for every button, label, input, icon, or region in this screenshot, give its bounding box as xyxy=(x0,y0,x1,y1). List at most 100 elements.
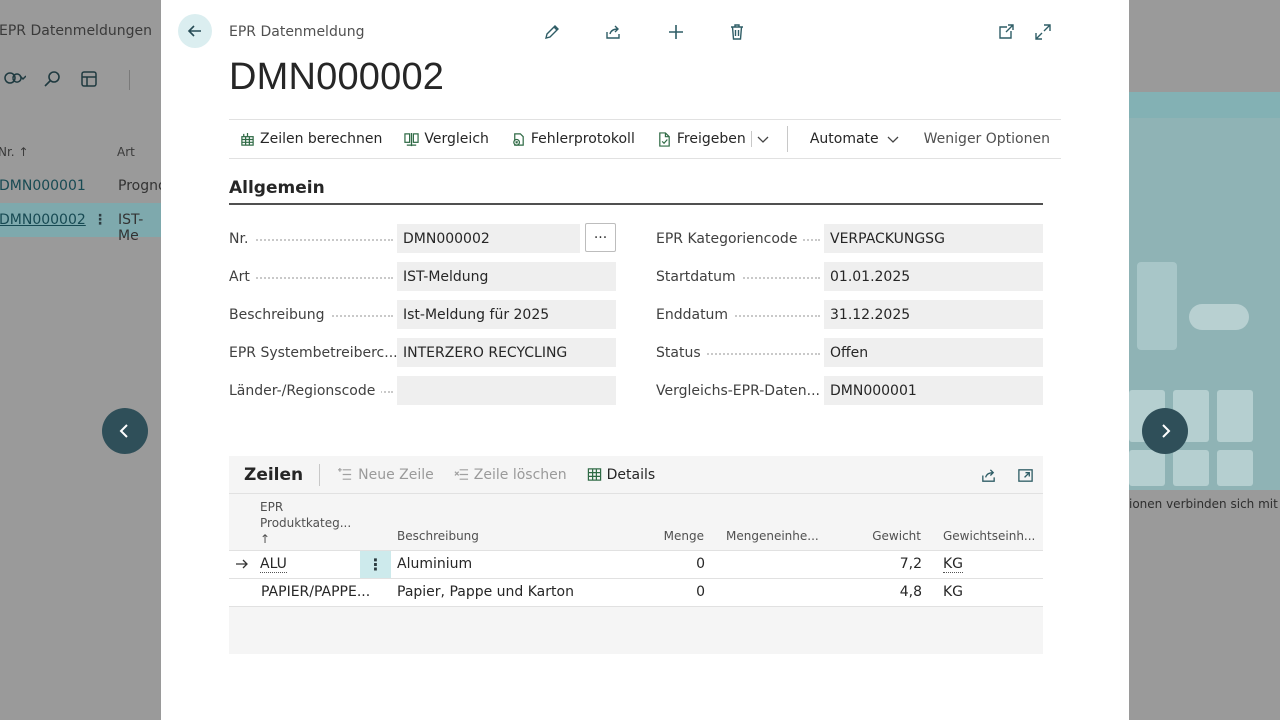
compare-report-input[interactable]: DMN000001 xyxy=(824,376,1043,405)
compare-action[interactable]: Vergleich xyxy=(393,120,499,158)
column-header-weight[interactable]: Gewicht xyxy=(849,529,921,543)
open-in-new-window-button[interactable] xyxy=(994,20,1018,44)
previous-record-button[interactable] xyxy=(102,408,148,454)
field-label: EPR Systembetreiberc... xyxy=(229,344,397,361)
list-row-nr[interactable]: DMN000001 xyxy=(0,178,86,194)
status-value: Offen xyxy=(824,338,1043,367)
country-region-input[interactable] xyxy=(397,376,616,405)
release-icon xyxy=(659,131,670,147)
filter-icon[interactable] xyxy=(4,70,27,92)
error-log-action[interactable]: Fehlerprotokoll xyxy=(500,120,646,158)
back-button[interactable] xyxy=(178,14,212,48)
calculate-lines-icon xyxy=(241,132,254,146)
illustration-tile xyxy=(1173,450,1209,486)
illustration-tile xyxy=(1217,390,1253,442)
field-label: Status xyxy=(656,344,824,361)
lines-expand-button[interactable] xyxy=(1015,465,1035,485)
nr-assist-edit-button[interactable]: ··· xyxy=(585,223,616,252)
cell-weight[interactable]: 7,2 xyxy=(849,556,922,572)
lines-divider xyxy=(319,463,321,486)
chevron-left-icon xyxy=(119,424,128,438)
edit-button[interactable] xyxy=(540,20,564,44)
share-icon xyxy=(606,25,620,39)
search-icon[interactable] xyxy=(44,70,62,92)
new-line-button[interactable]: Neue Zeile xyxy=(328,467,444,483)
field-compare-report: Vergleichs-EPR-Daten... DMN000001 xyxy=(656,376,1043,405)
pencil-icon xyxy=(545,25,559,39)
lines-grid-header: EPR Produktkateg... ↑ Beschreibung Menge… xyxy=(229,494,1043,550)
details-button[interactable]: Details xyxy=(577,467,666,483)
delete-line-icon xyxy=(454,469,468,480)
fewer-options-label: Weniger Optionen xyxy=(923,131,1050,147)
chevron-right-icon xyxy=(1162,424,1171,438)
cell-quantity[interactable]: 0 xyxy=(649,584,705,600)
cell-category[interactable]: ALU xyxy=(260,556,287,573)
automate-menu[interactable]: Automate xyxy=(798,120,910,158)
share-icon xyxy=(981,468,995,482)
illustration-tile xyxy=(1129,450,1165,486)
cell-description[interactable]: Aluminium xyxy=(397,556,472,572)
list-toolbar xyxy=(4,70,98,92)
toolbar-divider xyxy=(129,70,130,90)
error-log-icon xyxy=(513,132,524,146)
expand-icon xyxy=(1035,24,1051,40)
row-menu-button[interactable]: ⋮ xyxy=(360,551,391,578)
plus-icon xyxy=(669,25,683,39)
share-button[interactable] xyxy=(601,20,625,44)
row-menu-icon[interactable]: ⋮ xyxy=(93,212,107,228)
release-action[interactable]: Freigeben xyxy=(646,120,757,158)
list-row[interactable]: DMN000001 Progno xyxy=(0,169,167,203)
field-label: EPR Kategoriencode xyxy=(656,230,824,247)
calculate-lines-action[interactable]: Zeilen berechnen xyxy=(229,120,393,158)
field-label: Vergleichs-EPR-Daten... xyxy=(656,382,824,399)
nr-input[interactable]: DMN000002 xyxy=(397,224,580,253)
cell-weight[interactable]: 4,8 xyxy=(849,584,922,600)
system-operator-input[interactable]: INTERZERO RECYCLING xyxy=(397,338,616,367)
lines-action-bar: Zeilen Neue Zeile Zeile löschen Details xyxy=(229,456,1043,494)
calculate-lines-label: Zeilen berechnen xyxy=(260,131,383,147)
column-header-quantity[interactable]: Menge xyxy=(649,529,704,543)
field-category-code: EPR Kategoriencode VERPACKUNGSG xyxy=(656,224,1043,253)
cell-category[interactable]: PAPIER/PAPPE... xyxy=(261,584,370,600)
release-label: Freigeben xyxy=(676,131,746,147)
cell-weight-uom[interactable]: KG xyxy=(943,556,964,573)
card-page-dialog: EPR Datenmeldung DMN000002 Zeilen berech… xyxy=(161,0,1129,720)
field-description: Beschreibung Ist-Meldung für 2025 xyxy=(229,300,616,329)
column-header-category[interactable]: EPR Produktkateg... ↑ xyxy=(260,499,351,547)
column-header-weight-uom[interactable]: Gewichtseinh... xyxy=(943,529,1035,543)
field-label: Art xyxy=(229,268,397,285)
category-code-input[interactable]: VERPACKUNGSG xyxy=(824,224,1043,253)
lines-part: Zeilen Neue Zeile Zeile löschen Details xyxy=(229,456,1043,654)
open-in-new-window-icon xyxy=(999,24,1014,39)
hero-teaser-text: ionen verbinden sich mit xyxy=(1129,497,1280,511)
lines-share-button[interactable] xyxy=(978,465,998,485)
column-header-description[interactable]: Beschreibung xyxy=(397,529,479,543)
cell-weight-uom[interactable]: KG xyxy=(943,584,963,600)
field-nr: Nr. DMN000002 xyxy=(229,224,580,253)
column-header-uom[interactable]: Mengeneinhe... xyxy=(726,529,819,543)
layout-icon[interactable] xyxy=(80,70,98,92)
start-date-input[interactable]: 01.01.2025 xyxy=(824,262,1043,291)
delete-button[interactable] xyxy=(725,20,749,44)
list-row-selected[interactable]: DMN000002 ⋮ IST-Me xyxy=(0,203,161,244)
end-date-input[interactable]: 31.12.2025 xyxy=(824,300,1043,329)
lines-title[interactable]: Zeilen xyxy=(229,465,319,485)
table-row[interactable]: ALU ⋮ Aluminium 0 7,2 KG xyxy=(229,550,1043,578)
description-input[interactable]: Ist-Meldung für 2025 xyxy=(397,300,616,329)
section-title-general[interactable]: Allgemein xyxy=(229,178,325,198)
cell-description[interactable]: Papier, Pappe und Karton xyxy=(397,584,574,600)
new-button[interactable] xyxy=(664,20,688,44)
expand-part-icon xyxy=(1017,468,1033,482)
list-row-nr[interactable]: DMN000002 xyxy=(0,212,86,228)
next-record-button[interactable] xyxy=(1142,408,1188,454)
release-dropdown-button[interactable] xyxy=(751,120,779,158)
art-select[interactable]: IST-Meldung xyxy=(397,262,616,291)
table-row[interactable]: PAPIER/PAPPE... Papier, Pappe und Karton… xyxy=(229,578,1043,606)
grid-icon xyxy=(587,468,601,481)
cell-quantity[interactable]: 0 xyxy=(649,556,705,572)
field-start-date: Startdatum 01.01.2025 xyxy=(656,262,1043,291)
delete-line-button[interactable]: Zeile löschen xyxy=(444,467,577,483)
action-bar: Zeilen berechnen Vergleich Fehlerprotoko… xyxy=(229,119,1061,159)
expand-button[interactable] xyxy=(1031,20,1055,44)
fewer-options-button[interactable]: Weniger Optionen xyxy=(910,120,1061,158)
